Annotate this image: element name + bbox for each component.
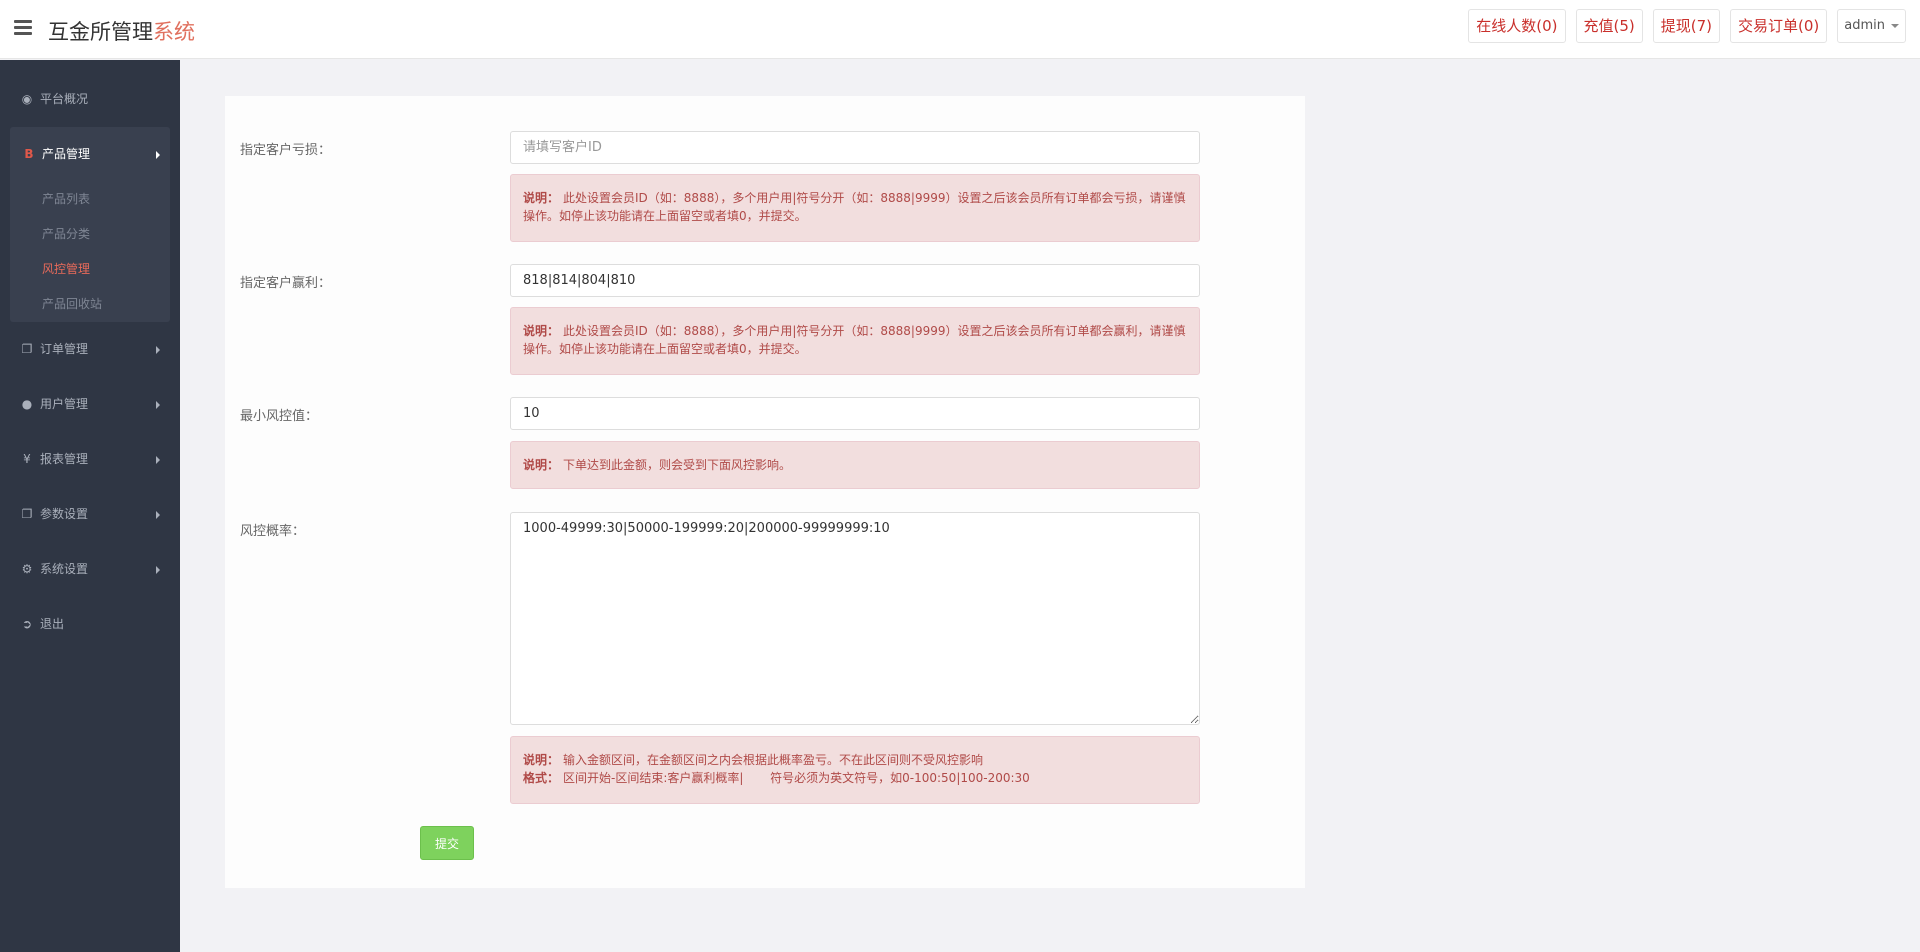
submit-button[interactable]: 提交 <box>420 826 474 860</box>
chevron-right-icon <box>156 401 160 409</box>
chevron-right-icon <box>156 151 160 159</box>
min-note-alert: 说明： 下单达到此金额，则会受到下面风控影响。 <box>510 441 1200 489</box>
online-count-button[interactable]: 在线人数(0) <box>1468 9 1566 43</box>
profit-note-title: 说明： <box>523 324 560 338</box>
probability-note-alert: 说明： 输入金额区间，在金额区间之内会根据此概率盈亏。不在此区间则不受风控影响 格… <box>510 736 1200 804</box>
sidebar-item-label: 参数设置 <box>40 507 89 521</box>
min-note-title: 说明： <box>523 458 560 472</box>
sidebar-item-product-mgmt[interactable]: B 产品管理 <box>10 127 170 182</box>
menu-toggle-icon[interactable] <box>14 20 32 36</box>
recharge-button[interactable]: 充值(5) <box>1575 9 1643 43</box>
user-menu-button[interactable]: admin <box>1837 9 1906 43</box>
min-risk-input[interactable] <box>510 397 1200 430</box>
sidebar-item-label: 系统设置 <box>40 562 89 576</box>
sidebar-sub-product-category[interactable]: 产品分类 <box>10 217 170 252</box>
sidebar-item-orders[interactable]: ❐ 订单管理 <box>0 322 180 377</box>
copy-icon: ❐ <box>21 507 33 521</box>
sidebar-item-label: 用户管理 <box>40 397 89 411</box>
chevron-right-icon <box>156 566 160 574</box>
profit-note-alert: 说明： 此处设置会员ID（如：8888），多个用户用|符号分开（如：8888|99… <box>510 307 1200 375</box>
probability-format-title: 格式： <box>523 771 560 785</box>
chevron-right-icon <box>156 511 160 519</box>
sidebar-item-label: 产品管理 <box>42 147 91 161</box>
sidebar-item-overview[interactable]: ◉ 平台概况 <box>0 72 180 127</box>
sidebar-item-label: 报表管理 <box>40 452 89 466</box>
sidebar: ◉ 平台概况 B 产品管理 产品列表 产品分类 风控管理 产品回收站 ❐ 订单管理 ●… <box>0 60 180 952</box>
profit-note-text: 此处设置会员ID（如：8888），多个用户用|符号分开（如：8888|9999）… <box>523 324 1186 356</box>
brand-accent: 系统 <box>153 20 195 44</box>
top-nav: 在线人数(0) 充值(5) 提现(7) 交易订单(0) admin <box>1468 9 1906 43</box>
withdraw-button[interactable]: 提现(7) <box>1652 9 1721 43</box>
loss-label: 指定客户亏损： <box>240 143 332 158</box>
brand-main: 互金所管理 <box>48 20 153 44</box>
risk-probability-textarea[interactable]: 1000-49999:30|50000-199999:20|200000-999… <box>510 512 1200 725</box>
min-risk-label: 最小风控值： <box>240 409 319 424</box>
probability-note-text: 输入金额区间，在金额区间之内会根据此概率盈亏。不在此区间则不受风控影响 <box>563 753 984 767</box>
sidebar-item-label: 退出 <box>40 617 65 631</box>
profit-customer-input[interactable] <box>510 264 1200 297</box>
sidebar-item-reports[interactable]: ¥ 报表管理 <box>0 432 180 487</box>
sidebar-item-system[interactable]: ⚙ 系统设置 <box>0 542 180 597</box>
top-header: 互金所管理系统 在线人数(0) 充值(5) 提现(7) 交易订单(0) admi… <box>0 0 1920 59</box>
sidebar-item-params[interactable]: ❐ 参数设置 <box>0 487 180 542</box>
trade-orders-button[interactable]: 交易订单(0) <box>1730 9 1828 43</box>
bitcoin-icon: B <box>24 147 34 161</box>
user-name: admin <box>1844 18 1885 33</box>
sidebar-sub-risk-control[interactable]: 风控管理 <box>10 252 170 287</box>
loss-customer-input[interactable] <box>510 131 1200 164</box>
gears-icon: ⚙ <box>21 562 33 576</box>
sign-out-icon: ➲ <box>21 617 33 631</box>
loss-note-alert: 说明： 此处设置会员ID（如：8888），多个用户用|符号分开（如：8888|99… <box>510 174 1200 242</box>
dashboard-icon: ◉ <box>21 92 33 106</box>
probability-format-text: 区间开始-区间结束:客户赢利概率| 符号必须为英文符号，如0-100:50|10… <box>563 771 1030 785</box>
yen-icon: ¥ <box>23 452 31 466</box>
loss-note-text: 此处设置会员ID（如：8888），多个用户用|符号分开（如：8888|9999）… <box>523 191 1186 223</box>
loss-note-title: 说明： <box>523 191 560 205</box>
sidebar-item-label: 平台概况 <box>40 92 89 106</box>
sidebar-item-users[interactable]: ● 用户管理 <box>0 377 180 432</box>
sidebar-sub-product-list[interactable]: 产品列表 <box>10 182 170 217</box>
min-note-text: 下单达到此金额，则会受到下面风控影响。 <box>563 458 792 472</box>
risk-probability-label: 风控概率： <box>240 524 306 539</box>
probability-note-title: 说明： <box>523 753 560 767</box>
chevron-right-icon <box>156 346 160 354</box>
risk-control-form: 指定客户亏损： 说明：此处设置会员ID（如：8888），多个用户用|符号分开（如… <box>225 96 1305 888</box>
caret-down-icon <box>1891 23 1899 28</box>
copy-icon: ❐ <box>21 342 33 356</box>
sidebar-group-product: B 产品管理 产品列表 产品分类 风控管理 产品回收站 <box>10 127 170 322</box>
profit-label: 指定客户赢利： <box>240 276 332 291</box>
sidebar-sub-product-recycle[interactable]: 产品回收站 <box>10 287 170 322</box>
user-icon: ● <box>21 397 33 411</box>
brand-title: 互金所管理系统 <box>48 16 195 46</box>
chevron-right-icon <box>156 456 160 464</box>
sidebar-item-logout[interactable]: ➲ 退出 <box>0 597 180 652</box>
sidebar-item-label: 订单管理 <box>40 342 89 356</box>
